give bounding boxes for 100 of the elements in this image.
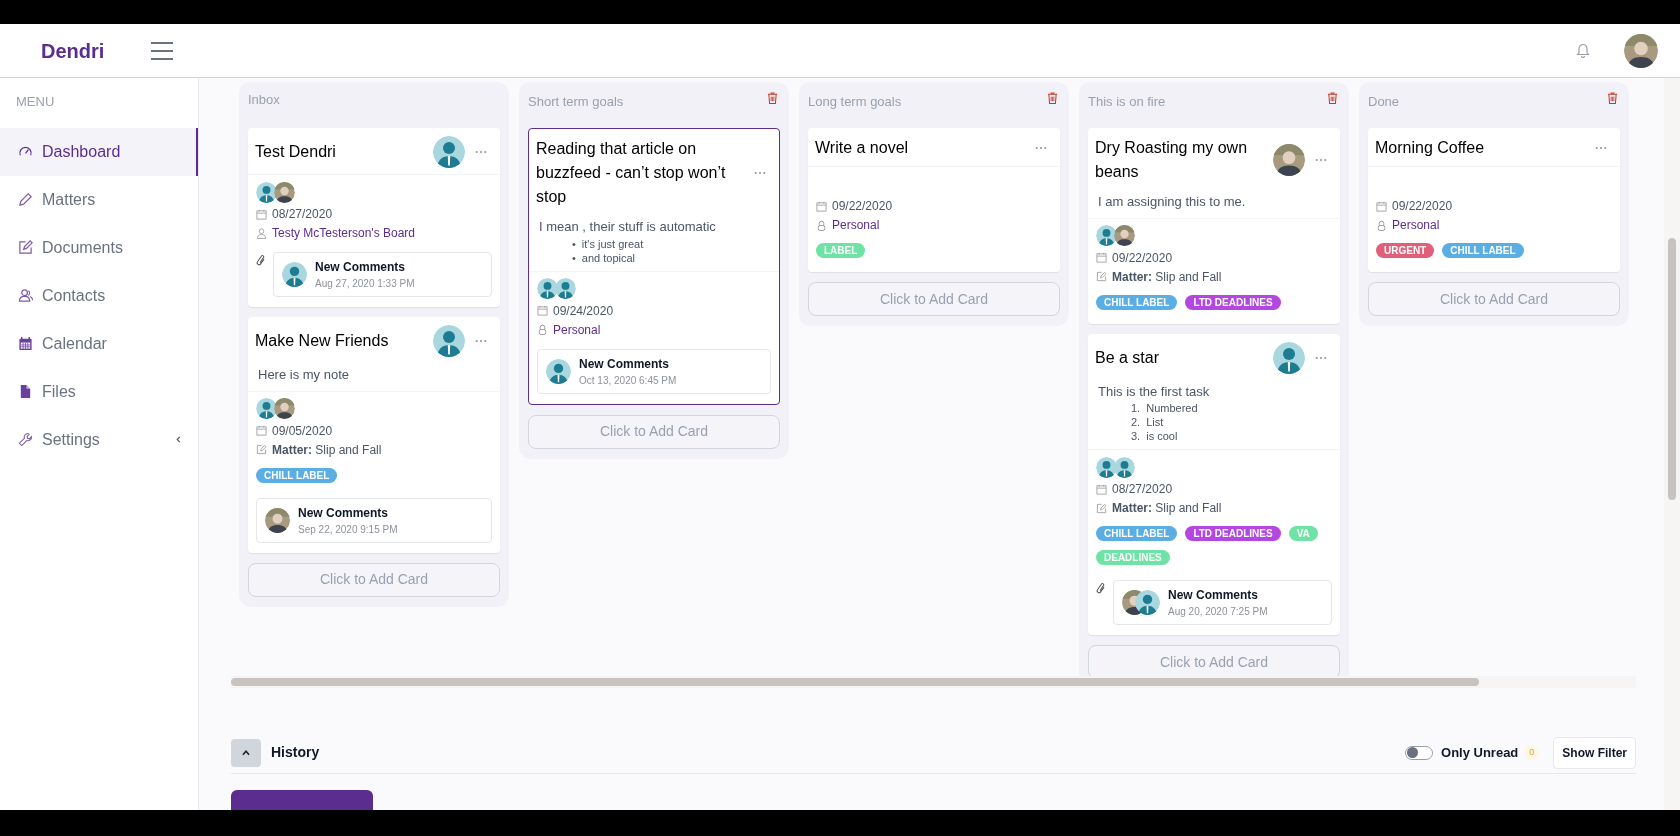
list-marker: 2. bbox=[1131, 415, 1141, 429]
card-note: This is the first task bbox=[1097, 382, 1211, 401]
toggle-label: Only Unread bbox=[1441, 743, 1519, 762]
column-title: Inbox bbox=[248, 91, 280, 110]
avatar bbox=[282, 262, 307, 287]
tag: CHILL LABEL bbox=[256, 467, 338, 483]
task-card[interactable]: Make New Friends Here is my note 09/05/2020 Matter: Slip and Fall CHILL LABEL New Comments Sep 22, 2020 9:15 PM bbox=[248, 317, 500, 553]
nav-item[interactable]: Documents bbox=[0, 223, 198, 272]
more-icon[interactable] bbox=[1315, 355, 1327, 360]
list-marker: 1. bbox=[1131, 401, 1141, 415]
task-card[interactable]: Write a novel 09/22/2020 Personal LABEL bbox=[808, 128, 1060, 272]
calendar-icon bbox=[256, 208, 267, 220]
comment-box[interactable]: New Comments Aug 27, 2020 1:33 PM bbox=[273, 252, 492, 297]
horizontal-scrollbar[interactable] bbox=[231, 676, 1636, 688]
avatar bbox=[555, 278, 576, 299]
logo: Dendri bbox=[41, 38, 105, 64]
personal-text: Personal bbox=[1392, 217, 1440, 233]
comment-box[interactable]: New Comments Oct 13, 2020 6:45 PM bbox=[537, 348, 771, 394]
card-note: Here is my note bbox=[257, 366, 351, 384]
more-icon[interactable] bbox=[754, 171, 766, 175]
card-title: Be a star bbox=[1095, 347, 1161, 368]
card-title: Make New Friends bbox=[255, 331, 390, 351]
avatar[interactable] bbox=[1624, 33, 1658, 68]
matter-text: Matter: Slip and Fall bbox=[1112, 500, 1222, 516]
comment-box[interactable]: New Comments Sep 22, 2020 9:15 PM bbox=[256, 497, 492, 543]
calendar-icon bbox=[1376, 200, 1387, 212]
avatar bbox=[1114, 225, 1135, 246]
comment-time: Aug 27, 2020 1:33 PM bbox=[315, 277, 415, 291]
nav-item[interactable]: Dashboard bbox=[0, 127, 198, 176]
comment-box[interactable]: New Comments Aug 20, 2020 7:25 PM bbox=[1113, 580, 1332, 625]
avatar bbox=[256, 181, 277, 203]
card-title: Test Dendri bbox=[255, 142, 337, 162]
more-icon[interactable] bbox=[1315, 158, 1327, 162]
due-date: 09/22/2020 bbox=[832, 198, 893, 214]
avatar bbox=[1273, 341, 1305, 374]
more-icon[interactable] bbox=[1035, 146, 1047, 150]
avatar bbox=[1096, 456, 1117, 478]
comment-title: New Comments bbox=[1168, 587, 1260, 604]
comment-time: Aug 20, 2020 7:25 PM bbox=[1168, 605, 1268, 619]
more-icon[interactable] bbox=[1595, 146, 1607, 150]
list-item: List bbox=[1146, 415, 1164, 429]
trash-icon[interactable] bbox=[767, 92, 778, 104]
list-marker: • bbox=[572, 250, 576, 265]
avatar bbox=[256, 398, 277, 419]
list-marker: 3. bbox=[1131, 429, 1141, 443]
lock-icon bbox=[1376, 219, 1387, 231]
menu-icon[interactable] bbox=[151, 41, 174, 60]
avatar bbox=[433, 136, 465, 168]
avatar bbox=[1135, 590, 1160, 615]
avatar bbox=[265, 507, 290, 533]
task-card[interactable]: Be a star This is the first task 1. Numbered 2. List 3. is cool 08/27/2020 Matter: Slip and Fall CHILL LABEL LTD DEADLINES VA DEADLINES New Comments Aug 20, 2020 7:25 PM bbox=[1088, 333, 1340, 635]
comment-time: Sep 22, 2020 9:15 PM bbox=[298, 522, 398, 537]
toggle-switch[interactable] bbox=[1405, 745, 1433, 760]
calendar-icon bbox=[537, 305, 548, 316]
avatar bbox=[433, 325, 465, 357]
board-text[interactable]: Testy McTesterson's Board bbox=[272, 225, 415, 241]
calendar-icon bbox=[1096, 252, 1107, 263]
task-card[interactable]: Dry Roasting my own beans I am assigning this to me. 09/22/2020 Matter: Slip and Fall CHILL LABEL LTD DEADLINES bbox=[1088, 128, 1340, 324]
pencil-icon bbox=[18, 192, 33, 207]
avatar bbox=[1096, 225, 1117, 246]
tag: LABEL bbox=[816, 243, 866, 258]
nav-item[interactable]: Contacts bbox=[0, 271, 198, 320]
due-date: 09/24/2020 bbox=[553, 302, 614, 319]
contacts-icon bbox=[18, 288, 33, 303]
task-card[interactable]: Test Dendri 08/27/2020 Testy McTesterson's Board New Comments Aug 27, 2020 1:33 PM bbox=[248, 128, 500, 307]
vertical-scrollbar[interactable] bbox=[1664, 78, 1680, 810]
edit-icon bbox=[18, 240, 33, 255]
list-item: is cool bbox=[1146, 429, 1178, 443]
avatar bbox=[274, 181, 295, 203]
comment-title: New Comments bbox=[579, 355, 671, 373]
card-note: I am assigning this to me. bbox=[1097, 193, 1247, 211]
show-filter-button[interactable]: Show Filter bbox=[1553, 736, 1636, 769]
due-date: 08/27/2020 bbox=[1112, 481, 1173, 497]
collapse-button[interactable] bbox=[231, 738, 261, 767]
file-icon bbox=[18, 384, 33, 399]
bell-icon[interactable] bbox=[1576, 43, 1590, 58]
column-title: Long term goals bbox=[808, 93, 902, 112]
trash-icon[interactable] bbox=[1607, 92, 1618, 104]
nav-item[interactable]: Files bbox=[0, 367, 198, 416]
trash-icon[interactable] bbox=[1327, 92, 1338, 104]
chevron-left-icon bbox=[175, 436, 182, 443]
trash-icon[interactable] bbox=[1047, 92, 1058, 104]
task-card[interactable]: Reading that article on buzzfeed - can’t stop won’t stop I mean , their stuff is automatic • it's just great • and topical 09/24/2020 Personal New Comments Oct 13, 2020 6:45 PM bbox=[528, 128, 780, 405]
edit-icon bbox=[256, 444, 267, 455]
column-title: Short term goals bbox=[528, 93, 624, 112]
list-item: it's just great bbox=[581, 236, 644, 251]
card-title: Reading that article on buzzfeed - can’t stop won’t stop bbox=[536, 139, 727, 207]
calendar-icon bbox=[1096, 483, 1107, 495]
card-title: Dry Roasting my own beans bbox=[1095, 138, 1249, 182]
tag: LTD DEADLINES bbox=[1185, 294, 1281, 310]
more-icon[interactable] bbox=[475, 339, 487, 343]
column-title: This is on fire bbox=[1088, 93, 1166, 112]
list-marker: • bbox=[572, 236, 576, 251]
nav-item[interactable]: Matters bbox=[0, 175, 198, 224]
calendar-icon bbox=[256, 425, 267, 436]
nav-item[interactable]: Calendar bbox=[0, 319, 198, 368]
nav-item[interactable]: Settings bbox=[0, 415, 198, 464]
comment-title: New Comments bbox=[298, 504, 390, 522]
more-icon[interactable] bbox=[475, 150, 487, 154]
task-card[interactable]: Morning Coffee 09/22/2020 Personal URGENT CHILL LABEL bbox=[1368, 128, 1620, 272]
